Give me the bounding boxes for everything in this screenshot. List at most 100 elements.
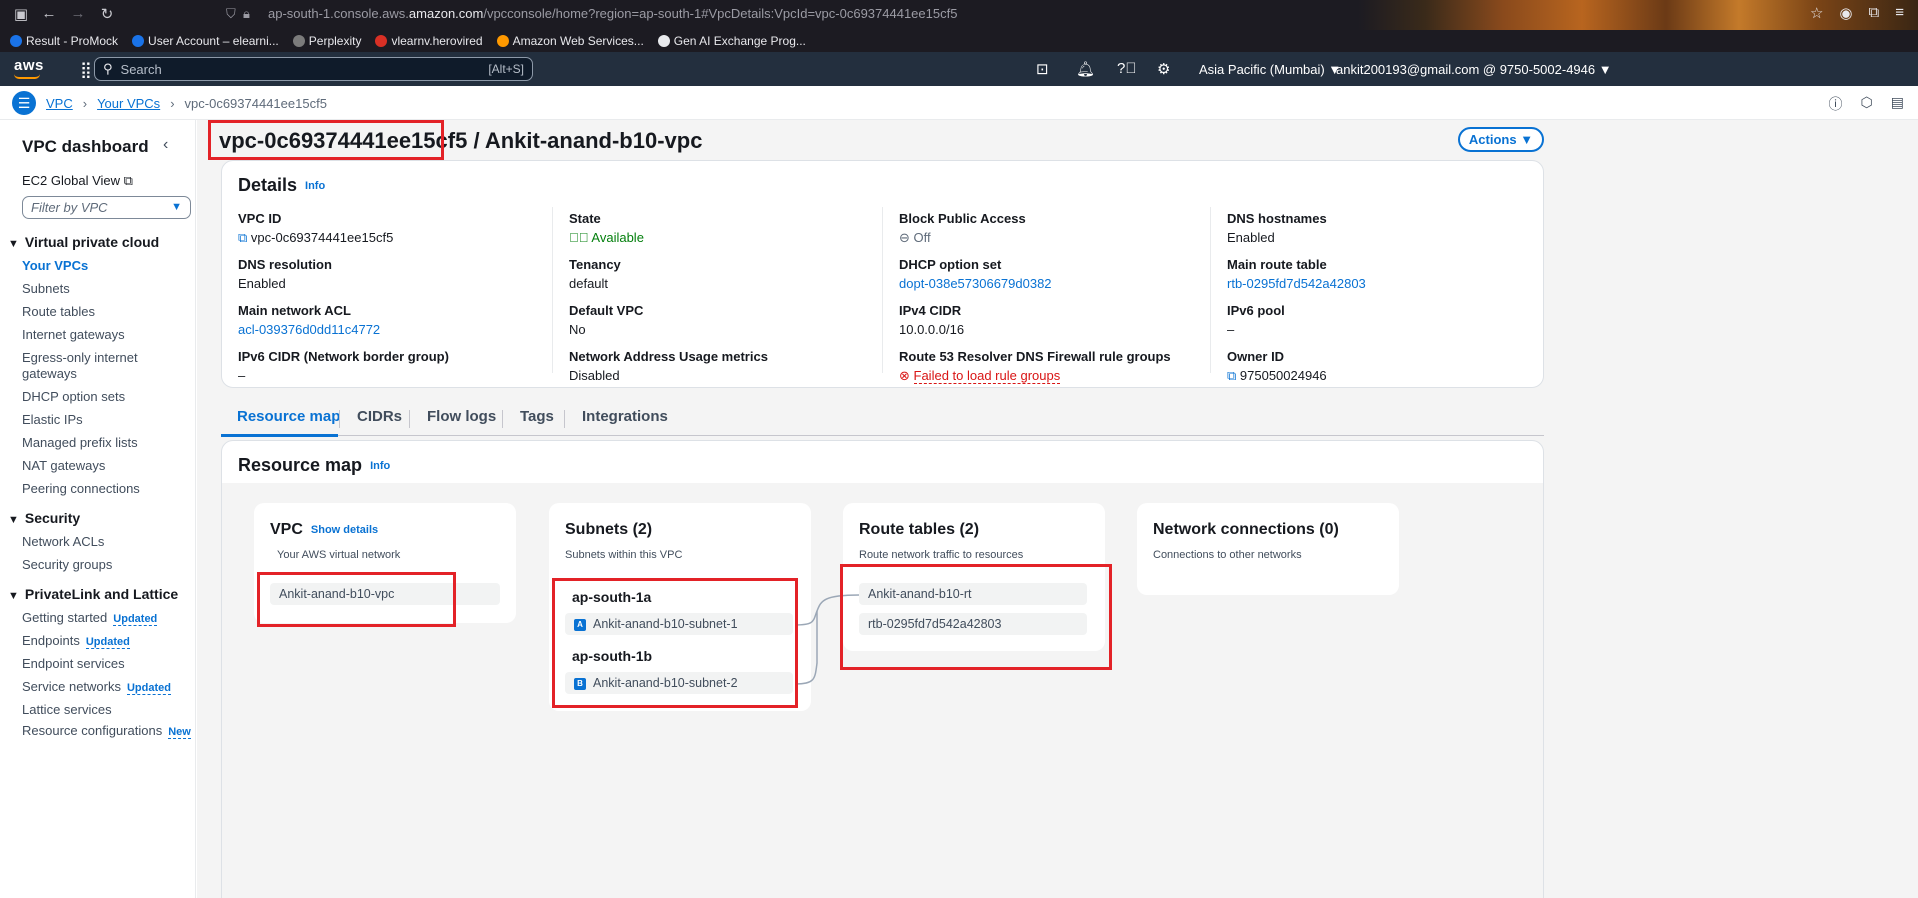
detail-ipv6-pool: IPv6 pool – — [1227, 303, 1285, 337]
detail-value[interactable]: rtb-0295fd7d542a42803 — [1227, 276, 1366, 291]
sidebar-item-subnets[interactable]: Subnets — [22, 281, 192, 297]
resource-map-info-link[interactable]: Info — [370, 460, 390, 472]
sidebar-item-service-networks[interactable]: Service networks Updated — [22, 679, 192, 696]
sidebar-title[interactable]: VPC dashboard — [22, 137, 149, 157]
sidebar-section-security[interactable]: ▼ Security — [8, 510, 80, 526]
new-badge: New — [168, 726, 191, 739]
sidebar-item-egress-only-internet-gateways[interactable]: Egress-only internet gateways — [22, 350, 192, 382]
network-connections-card-title: Network connections (0) — [1153, 521, 1339, 538]
tab-divider — [564, 410, 565, 428]
actions-button[interactable]: Actions ▼ — [1458, 127, 1544, 152]
sidebar-item-network-acls[interactable]: Network ACLs — [22, 534, 192, 550]
sidebar-item-resource-configurations[interactable]: Resource configurations New — [22, 723, 192, 740]
detail-value[interactable]: dopt-038e57306679d0382 — [899, 276, 1052, 291]
sidebar-item-getting-started[interactable]: Getting started Updated — [22, 610, 192, 627]
address-bar[interactable]: ap-south-1.console.aws.amazon.com/vpccon… — [268, 6, 957, 21]
back-icon[interactable]: ← — [34, 5, 64, 22]
search-input[interactable]: ⚲ Search [Alt+S] — [94, 57, 533, 81]
browser-toolbar: ▣ ← → ↻ ⛉ 🔒︎ ap-south-1.console.aws.amaz… — [0, 0, 1918, 30]
tab-divider — [502, 410, 503, 428]
region-selector[interactable]: Asia Pacific (Mumbai) ▼ — [1199, 62, 1341, 77]
notifications-icon[interactable]: 🔔︎ — [1076, 60, 1095, 78]
active-tab-indicator — [221, 434, 338, 437]
bookmark-favicon-icon — [657, 35, 670, 47]
bookmark-item[interactable]: vlearnv.herovired — [375, 34, 483, 48]
sidebar-item-endpoints[interactable]: Endpoints Updated — [22, 633, 192, 650]
sidebar: VPC dashboard ‹ EC2 Global View ⧉ Filter… — [0, 120, 196, 898]
sidebar-item-route-tables[interactable]: Route tables — [22, 304, 192, 320]
shield-icon[interactable]: ⛉ 🔒︎ — [226, 6, 250, 22]
feedback-icon[interactable]: ⬡ — [1861, 94, 1873, 114]
tab-cidrs[interactable]: CIDRs — [357, 408, 402, 425]
sidebar-item-security-groups[interactable]: Security groups — [22, 557, 192, 573]
detail-label: Main route table — [1227, 257, 1327, 272]
detail-default-vpc: Default VPC No — [569, 303, 643, 337]
detail-value[interactable]: Failed to load rule groups — [913, 368, 1061, 384]
breadcrumb: VPC › Your VPCs › vpc-0c69374441ee15cf5 — [46, 96, 327, 111]
info-icon[interactable]: ⓘ — [1829, 94, 1843, 114]
bookmark-item[interactable]: User Account – elearni... — [132, 34, 279, 48]
star-bookmark-icon[interactable]: ☆ — [1810, 4, 1823, 22]
sidebar-item-ec2-global-view[interactable]: EC2 Global View ⧉ — [22, 173, 133, 189]
detail-value: Enabled — [238, 276, 286, 291]
bookmark-item[interactable]: Perplexity — [292, 34, 361, 48]
sidebar-item-lattice-services[interactable]: Lattice services — [22, 702, 192, 718]
sidebar-item-your-vpcs[interactable]: Your VPCs — [22, 258, 192, 274]
profile-icon[interactable]: ◉ — [1839, 4, 1852, 22]
details-info-link[interactable]: Info — [305, 180, 325, 192]
network-connections-card: Network connections (0) Connections to o… — [1137, 503, 1399, 595]
menu-icon[interactable]: ≡ — [1895, 4, 1904, 22]
sidebar-item-managed-prefix-lists[interactable]: Managed prefix lists — [22, 435, 192, 451]
help-icon[interactable]: ?⃝ — [1117, 60, 1137, 77]
collapse-sidebar-icon[interactable]: ‹ — [163, 136, 168, 154]
extensions-icon[interactable]: ⧉ — [1869, 4, 1880, 22]
tab-divider — [339, 410, 340, 428]
updated-badge: Updated — [85, 636, 130, 649]
sidebar-item-elastic-ips[interactable]: Elastic IPs — [22, 412, 192, 428]
caret-down-icon: ▼ — [171, 201, 182, 213]
breadcrumb-current: vpc-0c69374441ee15cf5 — [184, 96, 327, 111]
detail-value: – — [1227, 322, 1235, 337]
breadcrumb-vpc[interactable]: VPC — [46, 96, 73, 111]
detail-value[interactable]: acl-039376d0dd11c4772 — [238, 322, 380, 337]
bookmark-item[interactable]: Amazon Web Services... — [496, 34, 644, 48]
sidebar-item-nat-gateways[interactable]: NAT gateways — [22, 458, 192, 474]
forward-icon[interactable]: → — [63, 5, 93, 22]
bookmark-item[interactable]: Result - ProMock — [10, 34, 118, 48]
breadcrumb-your-vpcs[interactable]: Your VPCs — [97, 96, 160, 111]
aws-logo[interactable]: aws — [14, 57, 44, 74]
sidebar-section-privatelink-and-lattice[interactable]: ▼ PrivateLink and Lattice — [8, 586, 178, 602]
show-details-link[interactable]: Show details — [311, 524, 378, 536]
search-shortcut: [Alt+S] — [488, 62, 524, 76]
bookmark-item[interactable]: Gen AI Exchange Prog... — [657, 34, 806, 48]
tab-flow-logs[interactable]: Flow logs — [427, 408, 496, 425]
cloudshell-icon[interactable]: ⊡ — [1036, 60, 1049, 78]
reload-icon[interactable]: ↻ — [92, 5, 122, 23]
notifications-panel-icon[interactable]: ▤ — [1891, 94, 1904, 114]
detail-label: Network Address Usage metrics — [569, 349, 768, 364]
services-grid-icon[interactable]: ⣿ — [80, 60, 92, 80]
sidebar-item-endpoint-services[interactable]: Endpoint services — [22, 656, 192, 672]
filter-by-vpc-select[interactable]: Filter by VPC ▼ — [22, 196, 191, 219]
route-tables-card-title: Route tables (2) — [859, 521, 980, 538]
resource-map-heading: Resource map Info — [238, 455, 391, 475]
sidebar-item-internet-gateways[interactable]: Internet gateways — [22, 327, 192, 343]
sidebar-item-peering-connections[interactable]: Peering connections — [22, 481, 192, 497]
tab-divider — [409, 410, 410, 428]
search-icon: ⚲ — [103, 61, 113, 76]
detail-tenancy: Tenancy default — [569, 257, 621, 291]
detail-value: 975050024946 — [1239, 368, 1327, 383]
account-menu[interactable]: ankit200193@gmail.com @ 9750-5002-4946 ▼ — [1336, 62, 1612, 77]
sidebar-toggle-icon[interactable]: ▣ — [6, 5, 36, 23]
nav-menu-button[interactable]: ☰ — [12, 91, 36, 115]
tab-integrations[interactable]: Integrations — [582, 408, 668, 425]
settings-icon[interactable]: ⚙ — [1157, 60, 1170, 78]
details-column: State ✓⃝ Available Tenancy default Default V… — [552, 207, 882, 383]
tab-tags[interactable]: Tags — [520, 408, 554, 425]
tab-resource-map[interactable]: Resource map — [237, 408, 340, 425]
highlight-box-subnets — [552, 578, 798, 708]
sidebar-item-dhcp-option-sets[interactable]: DHCP option sets — [22, 389, 192, 405]
copy-icon[interactable]: ⧉ — [238, 230, 251, 245]
copy-icon[interactable]: ⧉ — [1227, 368, 1240, 383]
sidebar-section-virtual-private-cloud[interactable]: ▼ Virtual private cloud — [8, 234, 159, 250]
